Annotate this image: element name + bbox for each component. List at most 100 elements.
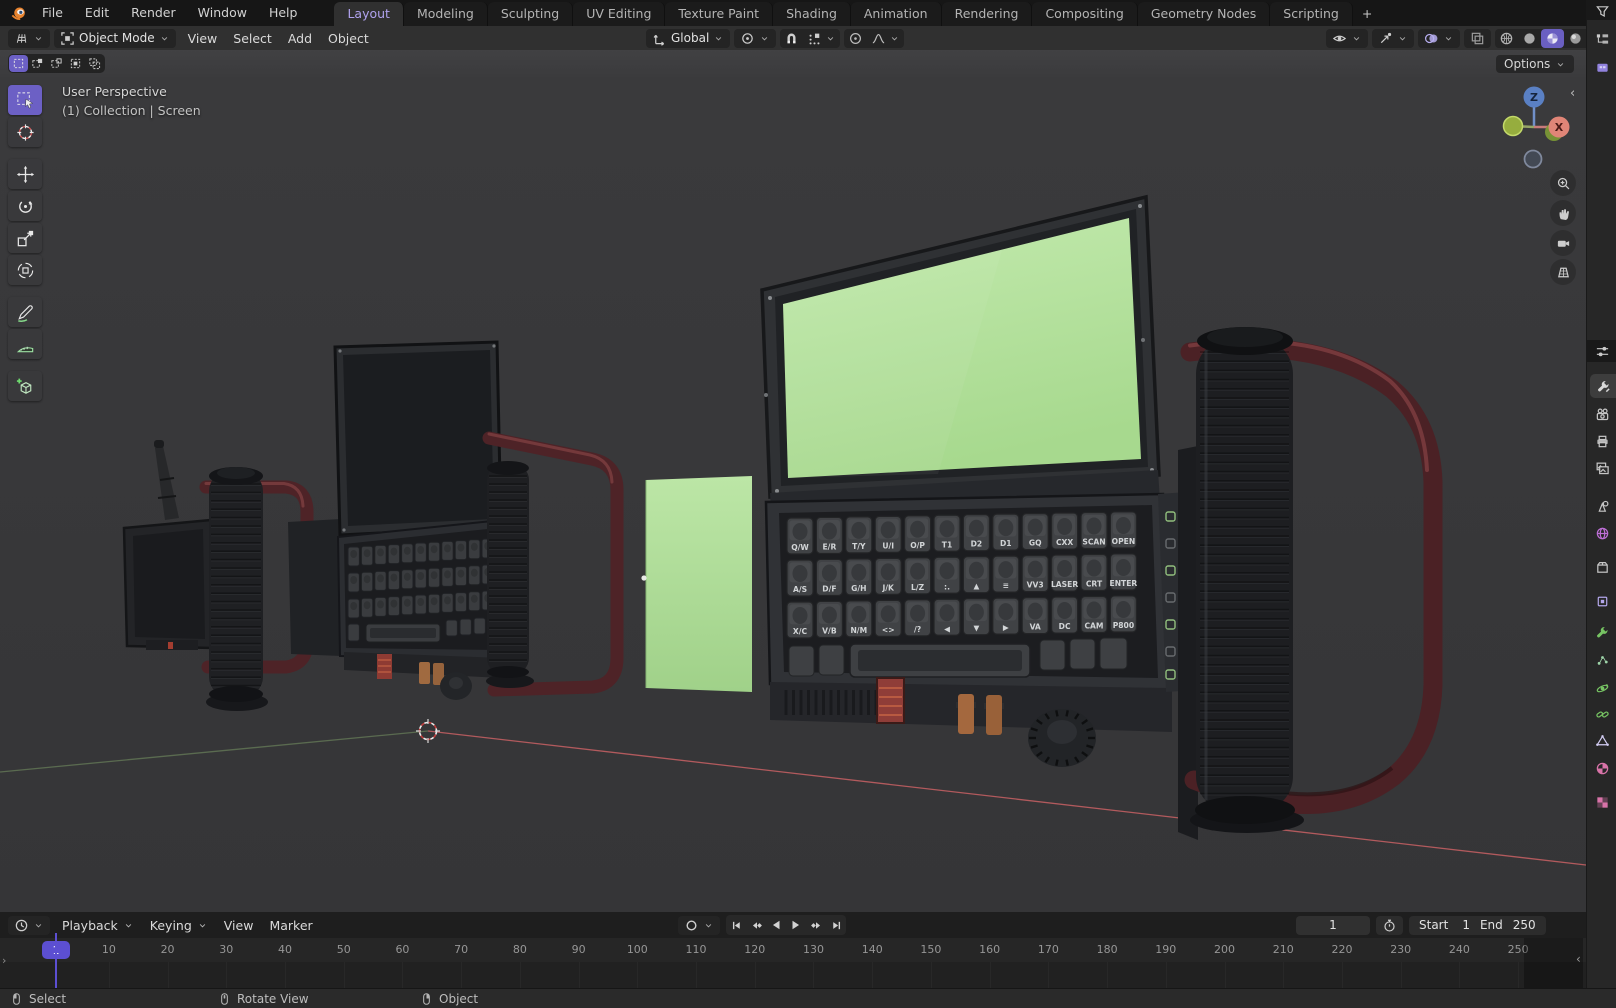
timeline-menu-playback[interactable]: Playback — [54, 918, 142, 933]
visibility-dropdown[interactable] — [1326, 28, 1368, 48]
topbar-menu-render[interactable]: Render — [120, 0, 187, 26]
shading-solid-button[interactable] — [1518, 29, 1541, 48]
editor-type-button[interactable] — [8, 28, 50, 48]
pivot-point-dropdown[interactable] — [734, 28, 777, 48]
scene-device-large[interactable]: Q/W E/R T/Y U/I O/P T1 D2 D1 GQ CXX SCAN — [760, 194, 1443, 840]
play-button[interactable] — [786, 915, 806, 935]
falloff-dropdown[interactable] — [867, 29, 904, 48]
auto-keying-button[interactable] — [678, 915, 720, 935]
timeline-menu-keying[interactable]: Keying — [142, 918, 216, 933]
navigation-gizmo[interactable]: Z X — [1490, 77, 1580, 177]
timeline-ruler[interactable]: 1 10203040506070809010011012013014015016… — [0, 938, 1586, 962]
blender-logo-icon[interactable] — [0, 5, 31, 22]
select-mode-intersect-button[interactable] — [85, 55, 104, 72]
collection-icon[interactable] — [1587, 55, 1616, 79]
transform-orientation-dropdown[interactable]: Global — [646, 28, 731, 48]
preview-range-button[interactable] — [1376, 915, 1403, 935]
scene-device-small[interactable] — [122, 440, 314, 711]
options-button[interactable]: Options — [1496, 55, 1575, 73]
properties-tab-output[interactable] — [1587, 429, 1616, 453]
workspace-tab-modeling[interactable]: Modeling — [403, 2, 488, 26]
viewport-menu-object[interactable]: Object — [320, 31, 377, 46]
scene-device-medium[interactable] — [288, 340, 624, 700]
workspace-tab-sculpting[interactable]: Sculpting — [487, 2, 574, 26]
viewport-menu-select[interactable]: Select — [225, 31, 280, 46]
xray-toggle-button[interactable] — [1464, 28, 1491, 48]
camera-view-icon[interactable] — [1550, 230, 1576, 256]
next-keyframe-button[interactable] — [806, 915, 826, 935]
playhead-line[interactable] — [55, 933, 57, 988]
workspace-tab-texture-paint[interactable]: Texture Paint — [665, 2, 774, 26]
snap-toggle-button[interactable] — [780, 29, 803, 48]
properties-tab-tool[interactable] — [1590, 374, 1616, 398]
tool-cursor-button[interactable] — [8, 117, 42, 147]
shading-wireframe-button[interactable] — [1495, 29, 1518, 48]
tool-annotate-button[interactable] — [8, 297, 42, 327]
properties-tab-world[interactable] — [1587, 521, 1616, 545]
properties-tab-texture[interactable] — [1587, 790, 1616, 814]
viewport-menu-add[interactable]: Add — [280, 31, 320, 46]
properties-tab-modifiers[interactable] — [1587, 620, 1616, 644]
workspace-tab-uv-editing[interactable]: UV Editing — [573, 2, 666, 26]
3d-viewport[interactable]: Q/W E/R T/Y U/I O/P T1 D2 D1 GQ CXX SCAN — [0, 50, 1586, 912]
topbar-menu-file[interactable]: File — [31, 0, 74, 26]
gizmos-dropdown[interactable] — [1372, 28, 1414, 48]
tool-add-cube-button[interactable] — [8, 371, 42, 401]
workspace-tab-compositing[interactable]: Compositing — [1032, 2, 1138, 26]
overlays-dropdown[interactable] — [1418, 28, 1460, 48]
properties-tab-object[interactable] — [1587, 589, 1616, 613]
proportional-editing-button[interactable] — [844, 29, 867, 48]
current-frame-field[interactable]: 1 — [1296, 915, 1370, 935]
tool-transform-button[interactable] — [8, 255, 42, 285]
properties-tab-view-layer[interactable] — [1587, 456, 1616, 480]
select-mode-extend-button[interactable] — [28, 55, 47, 72]
topbar-menu-edit[interactable]: Edit — [74, 0, 120, 26]
properties-tab-particles[interactable] — [1587, 648, 1616, 672]
workspace-tab-geometry-nodes[interactable]: Geometry Nodes — [1137, 2, 1271, 26]
pan-hand-icon[interactable] — [1550, 200, 1576, 226]
properties-tab-physics[interactable] — [1587, 676, 1616, 700]
filter-icon[interactable] — [1587, 0, 1616, 23]
workspace-tab-rendering[interactable]: Rendering — [941, 2, 1033, 26]
end-frame-field[interactable]: End 250 — [1480, 918, 1536, 932]
workspace-tab-scripting[interactable]: Scripting — [1270, 2, 1353, 26]
workspace-tab-shading[interactable]: Shading — [773, 2, 851, 26]
mode-dropdown[interactable]: Object Mode — [54, 28, 176, 48]
properties-tab-object-data[interactable] — [1587, 728, 1616, 752]
viewport-menu-view[interactable]: View — [180, 31, 226, 46]
properties-tab-collection[interactable] — [1587, 555, 1616, 579]
scene-green-plane[interactable] — [641, 476, 752, 692]
jump-to-start-button[interactable] — [726, 915, 746, 935]
topbar-menu-window[interactable]: Window — [187, 0, 258, 26]
select-mode-subtract-button[interactable] — [47, 55, 66, 72]
snap-target-dropdown[interactable] — [803, 29, 840, 48]
workspace-tab-layout[interactable]: Layout — [334, 2, 404, 26]
timeline-editor-type-button[interactable] — [8, 915, 50, 935]
tool-measure-button[interactable] — [8, 329, 42, 359]
properties-tab-render[interactable] — [1587, 402, 1616, 426]
grid-ortho-icon[interactable] — [1550, 259, 1576, 285]
previous-keyframe-button[interactable] — [746, 915, 766, 935]
topbar-menu-help[interactable]: Help — [258, 0, 309, 26]
timeline-menu-marker[interactable]: Marker — [261, 918, 320, 933]
shading-material-button[interactable] — [1541, 28, 1564, 48]
tool-rotate-button[interactable] — [8, 191, 42, 221]
play-reverse-button[interactable] — [766, 915, 786, 935]
properties-tab-material[interactable] — [1587, 756, 1616, 780]
timeline-collapse-arrow[interactable]: ‹ — [1576, 952, 1581, 966]
properties-tab-scene[interactable] — [1587, 494, 1616, 518]
tool-move-button[interactable] — [8, 159, 42, 189]
start-frame-field[interactable]: Start 1 — [1419, 918, 1470, 932]
zoom-icon[interactable] — [1550, 170, 1576, 196]
tool-scale-button[interactable] — [8, 223, 42, 253]
select-mode-set-button[interactable] — [9, 55, 28, 72]
outliner-tree-icon[interactable] — [1587, 27, 1616, 51]
scene-canvas[interactable]: Q/W E/R T/Y U/I O/P T1 D2 D1 GQ CXX SCAN — [0, 50, 1586, 912]
timeline-menu-view[interactable]: View — [216, 918, 262, 933]
workspace-tab-animation[interactable]: Animation — [850, 2, 942, 26]
select-mode-invert-button[interactable] — [66, 55, 85, 72]
properties-tab-constraints[interactable] — [1587, 702, 1616, 726]
shading-rendered-button[interactable] — [1564, 29, 1587, 48]
timeline-track-area[interactable] — [0, 962, 1586, 988]
channel-expand-arrow[interactable]: › — [2, 954, 6, 967]
